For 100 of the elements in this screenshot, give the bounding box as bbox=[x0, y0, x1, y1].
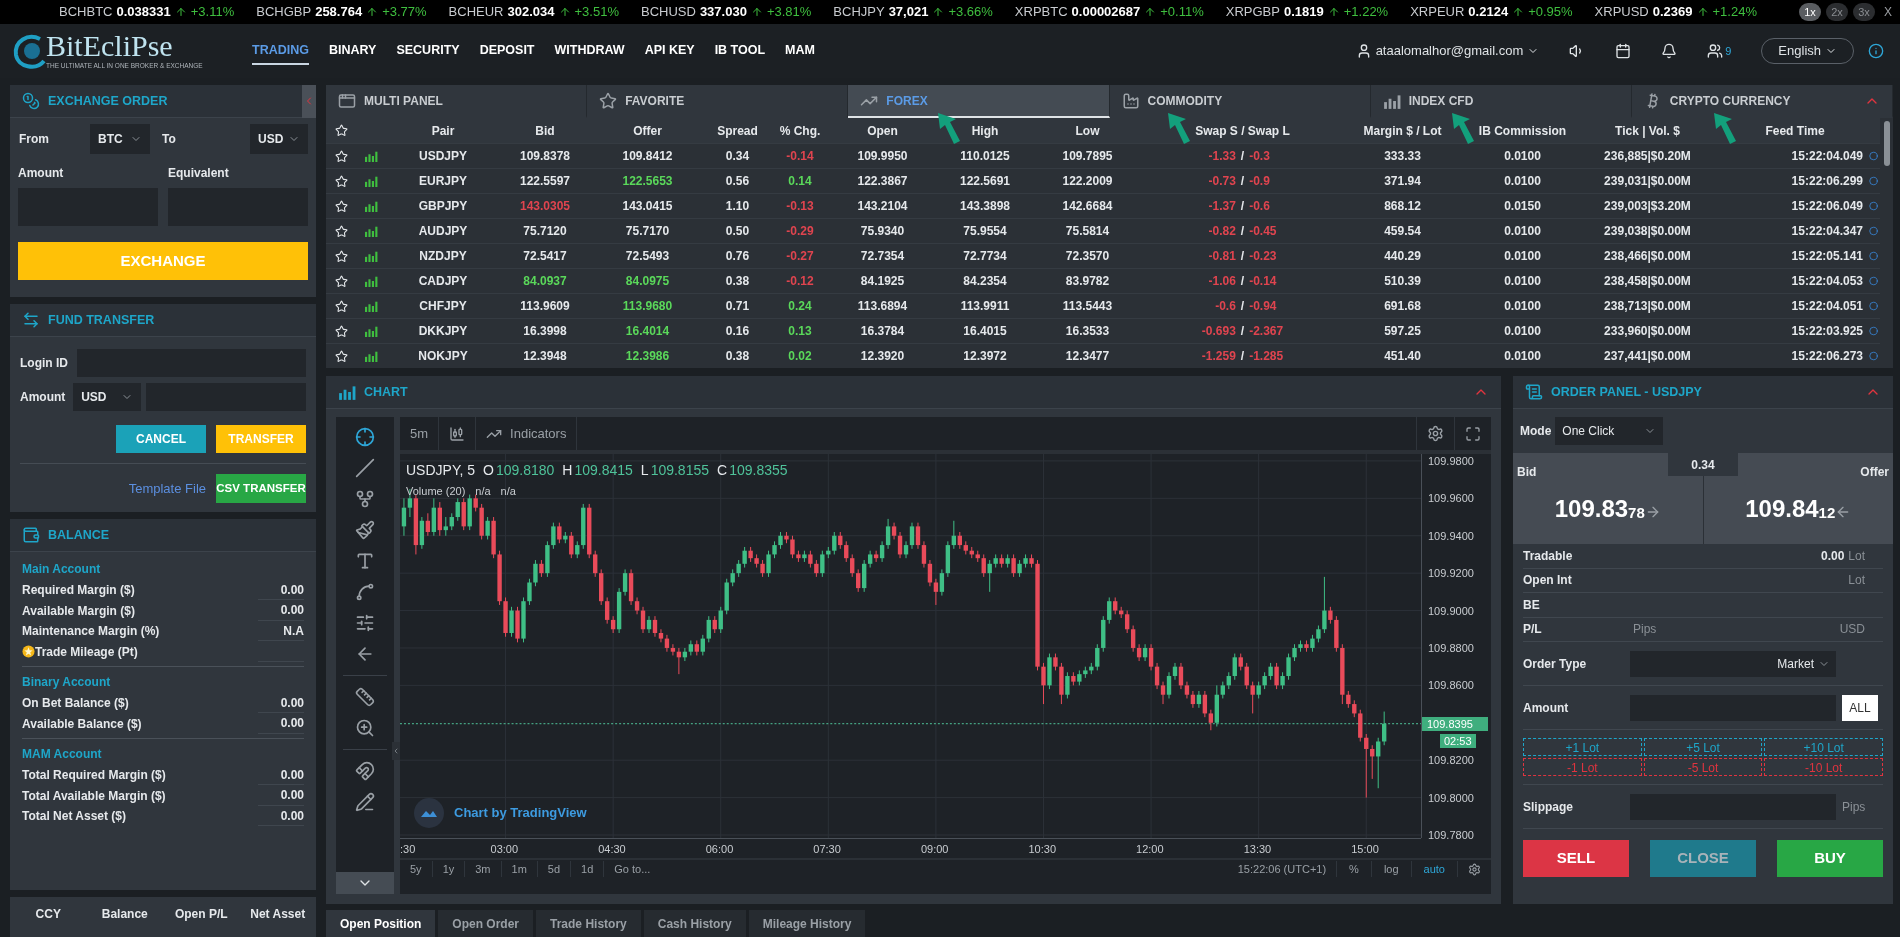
crosshair-icon[interactable] bbox=[355, 427, 375, 447]
ticker-change: +3.11% bbox=[190, 3, 235, 22]
lot-step-button[interactable]: +5 Lot bbox=[1643, 738, 1763, 756]
zoom-level-button[interactable]: 3x bbox=[1853, 3, 1875, 21]
order-type-select[interactable]: Market bbox=[1630, 650, 1836, 677]
favorite-star-icon[interactable] bbox=[334, 324, 348, 338]
bid-price[interactable]: 109.8378 bbox=[1554, 495, 1645, 522]
zoom-in-icon[interactable] bbox=[355, 718, 375, 738]
table-cell-text: -0.693 bbox=[1201, 323, 1236, 340]
info-icon[interactable] bbox=[1868, 43, 1884, 59]
ticker-symbol: BCHGBP bbox=[256, 3, 312, 22]
fork-icon[interactable] bbox=[355, 489, 375, 509]
table-cell-text: 12.3948 bbox=[523, 348, 567, 365]
users-icon[interactable] bbox=[1707, 43, 1724, 59]
history-tab[interactable]: Open Order bbox=[438, 910, 534, 937]
currency-select[interactable]: USD bbox=[73, 383, 141, 412]
curve-icon[interactable] bbox=[355, 582, 375, 602]
range-button[interactable]: 3m bbox=[465, 860, 502, 878]
table-cell-text: 83.9782 bbox=[1065, 273, 1110, 290]
nav-link[interactable]: IB TOOL bbox=[714, 36, 766, 66]
column-header: Pair bbox=[431, 122, 455, 140]
currency-select[interactable]: BTC bbox=[90, 124, 150, 154]
pointer-arrow-icon bbox=[1712, 111, 1738, 145]
goto-button[interactable]: Go to... bbox=[604, 860, 661, 878]
favorite-star-icon[interactable] bbox=[334, 349, 348, 363]
pencil-icon[interactable] bbox=[355, 792, 375, 812]
lot-step-button[interactable]: +10 Lot bbox=[1764, 738, 1883, 756]
candles-icon[interactable] bbox=[449, 425, 466, 442]
brush-icon[interactable] bbox=[355, 520, 375, 540]
favorite-star-icon[interactable] bbox=[334, 224, 348, 238]
balance-value: 0.00 bbox=[280, 807, 304, 825]
favorite-star-icon[interactable] bbox=[334, 149, 348, 163]
offer-price[interactable]: 109.8412 bbox=[1745, 495, 1836, 522]
favorite-star-icon[interactable] bbox=[334, 199, 348, 213]
attribution-link[interactable]: Chart by TradingView bbox=[454, 803, 587, 823]
settings-icon[interactable] bbox=[1427, 425, 1444, 442]
indicators-button[interactable]: Indicators bbox=[476, 417, 578, 450]
table-cell-text: -0.82 bbox=[1208, 223, 1236, 240]
range-button[interactable]: 1m bbox=[501, 860, 538, 878]
bell-icon[interactable] bbox=[1661, 43, 1678, 59]
range-button[interactable]: 1y bbox=[432, 860, 466, 878]
favorite-star-icon[interactable] bbox=[334, 299, 348, 313]
calendar-icon[interactable] bbox=[1615, 43, 1632, 59]
ticker-close-button[interactable]: X bbox=[1884, 3, 1892, 21]
currency-select[interactable]: USD bbox=[250, 124, 308, 154]
table-cell-text: 0.0100 bbox=[1504, 248, 1541, 265]
zoom-level-button[interactable]: 1x bbox=[1799, 3, 1821, 21]
candlestick bbox=[533, 559, 538, 587]
table-cell-text: 440.29 bbox=[1384, 248, 1421, 265]
history-tab[interactable]: Open Position bbox=[326, 910, 436, 937]
favorite-star-icon[interactable] bbox=[334, 274, 348, 288]
table-cell-text: 142.6684 bbox=[1062, 198, 1113, 215]
favorite-star-icon[interactable] bbox=[334, 174, 348, 188]
ohlc-value: 109.8155 bbox=[650, 461, 710, 480]
all-button[interactable]: ALL bbox=[1842, 694, 1878, 721]
range-button[interactable]: 1d bbox=[571, 860, 605, 878]
scrollbar-thumb[interactable] bbox=[1883, 121, 1890, 166]
interval-button[interactable]: 5m bbox=[400, 417, 440, 450]
nav-link[interactable]: SECURITY bbox=[396, 36, 460, 66]
nav-link[interactable]: MAM bbox=[785, 36, 815, 66]
ticker-price: 0.2124 bbox=[1468, 3, 1509, 22]
mode-select[interactable]: One Click bbox=[1555, 417, 1664, 445]
collapse-button[interactable] bbox=[302, 84, 316, 118]
line-tool-icon[interactable] bbox=[355, 458, 375, 478]
scale-toggle[interactable]: % bbox=[1337, 860, 1372, 878]
favorite-star-icon[interactable] bbox=[334, 249, 348, 263]
magnet-icon[interactable] bbox=[355, 761, 375, 781]
nav-link[interactable]: DEPOSIT bbox=[479, 36, 535, 66]
settings-icon[interactable] bbox=[1468, 862, 1481, 876]
chevron-left-icon[interactable] bbox=[392, 742, 400, 760]
fullscreen-icon[interactable] bbox=[1465, 425, 1481, 442]
scale-toggle[interactable]: log bbox=[1371, 860, 1412, 878]
star-icon[interactable] bbox=[334, 124, 348, 137]
axis-label: 10:30 bbox=[1028, 842, 1056, 857]
table-cell-text: 0.38 bbox=[725, 273, 750, 290]
history-tab[interactable]: Cash History bbox=[643, 910, 746, 937]
user-menu[interactable]: ataalomalhor@gmail.com bbox=[1355, 41, 1540, 61]
lot-step-button[interactable]: +1 Lot bbox=[1523, 738, 1642, 756]
nav-link[interactable]: WITHDRAW bbox=[554, 36, 625, 66]
history-tab[interactable]: Mileage History bbox=[748, 910, 866, 937]
nav-link[interactable]: API KEY bbox=[644, 36, 695, 66]
column-header: Open P/L bbox=[174, 906, 228, 924]
zoom-level-button[interactable]: 2x bbox=[1826, 3, 1848, 21]
axis-label: 12:00 bbox=[1136, 842, 1164, 857]
range-button[interactable]: 5d bbox=[537, 860, 572, 878]
candlestick bbox=[1322, 576, 1327, 634]
sliders-icon[interactable] bbox=[355, 613, 375, 633]
panel-title: CHART bbox=[364, 383, 408, 401]
trade-action-button[interactable]: SELL bbox=[1523, 840, 1629, 877]
separator-slash: / bbox=[1240, 198, 1245, 215]
template-file-link[interactable]: Template File bbox=[128, 479, 206, 499]
axis-label: :30 bbox=[400, 842, 416, 857]
text-tool-icon[interactable] bbox=[355, 551, 375, 571]
nav-link[interactable]: BINARY bbox=[328, 36, 377, 66]
history-tab[interactable]: Trade History bbox=[536, 910, 641, 937]
range-button[interactable]: 5y bbox=[400, 860, 433, 878]
ruler-icon[interactable] bbox=[355, 687, 375, 707]
table-cell-text: 371.94 bbox=[1384, 173, 1421, 190]
scale-toggle[interactable]: auto bbox=[1411, 860, 1458, 878]
nav-link[interactable]: TRADING bbox=[252, 36, 309, 66]
